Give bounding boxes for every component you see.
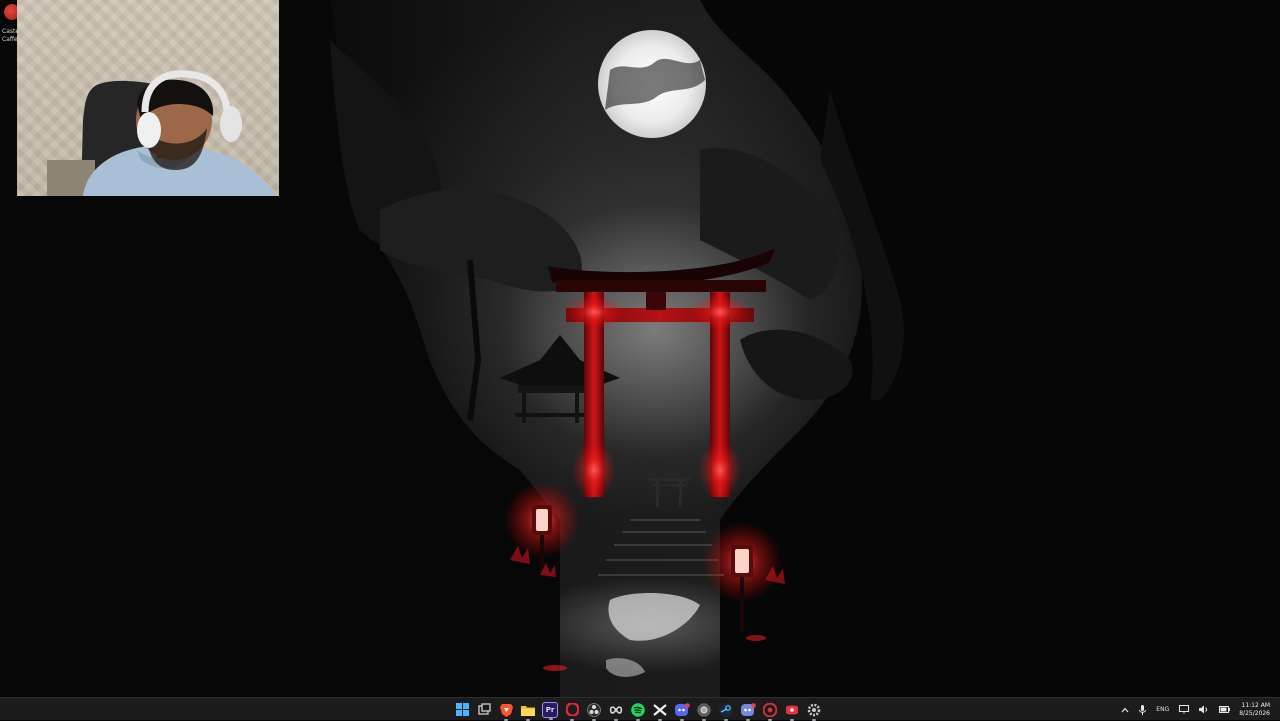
clock-time: 11:12 AM [1241, 701, 1270, 709]
premiere-pro-icon[interactable]: Pr [542, 701, 558, 720]
taskbar-apps: Pr [454, 701, 822, 721]
red-circle-app-icon[interactable] [762, 702, 778, 721]
webcam-overlay [17, 0, 279, 196]
clock-date: 8/25/2026 [1239, 709, 1270, 717]
steam-icon[interactable] [718, 702, 734, 721]
network-icon[interactable] [1179, 705, 1190, 714]
task-view-icon[interactable] [476, 702, 492, 718]
moon [598, 30, 706, 138]
taskbar-clock[interactable]: 11:12 AM 8/25/2026 [1239, 702, 1270, 718]
brave-browser-icon[interactable] [498, 702, 514, 721]
microphone-icon[interactable] [1139, 704, 1147, 715]
opera-icon[interactable] [564, 702, 580, 721]
right-trees [700, 0, 1280, 697]
language-indicator[interactable]: ENG [1156, 706, 1169, 713]
chevron-up-icon[interactable] [1121, 707, 1129, 713]
folder-icon[interactable] [520, 702, 536, 721]
system-tray: ENG 11:12 AM 8/25/2026 [1116, 698, 1280, 721]
battery-icon[interactable] [1219, 706, 1231, 713]
gear-icon[interactable] [806, 702, 822, 721]
capcut-icon[interactable] [652, 702, 668, 721]
discord-icon[interactable] [674, 702, 690, 721]
distant-torii [648, 478, 690, 507]
premiere-pro-label: Pr [545, 705, 555, 714]
windows-start-icon[interactable] [454, 702, 470, 718]
taskbar: Pr ENG 11:12 AM 8/25/2026 [0, 697, 1280, 721]
spotify-icon[interactable] [630, 702, 646, 721]
chrome-icon[interactable] [696, 702, 712, 721]
red-app-icon[interactable] [784, 702, 800, 721]
discord-badge-icon[interactable] [740, 702, 756, 721]
infinity-icon[interactable] [608, 702, 624, 721]
volume-icon[interactable] [1199, 705, 1209, 714]
obs-icon[interactable] [586, 702, 602, 721]
webcam-person [47, 70, 277, 196]
